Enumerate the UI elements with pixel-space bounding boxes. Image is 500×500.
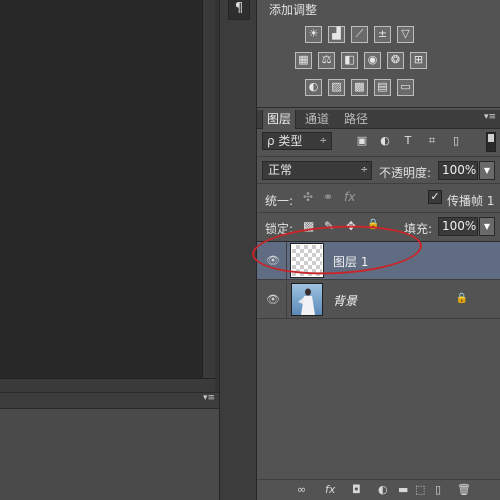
add-mask-icon[interactable]: ◘ bbox=[352, 483, 361, 496]
unify-style-icon[interactable]: fx bbox=[344, 190, 355, 204]
collapsed-panel-dock: ¶ bbox=[219, 0, 257, 500]
black-white-icon[interactable]: ◧ bbox=[341, 52, 358, 69]
adjustment-filter-icon[interactable]: ◐ bbox=[378, 134, 392, 148]
adjustments-panel: 添加调整 ☀ ▟ ⟋ ± ▽ ▦ ⚖ ◧ ◉ ❂ ⊞ ◐ ▨ ▩ ▤ ▭ bbox=[257, 0, 500, 108]
panel-menu-icon[interactable]: ▾≡ bbox=[484, 112, 496, 122]
invert-icon[interactable]: ◐ bbox=[305, 79, 322, 96]
canvas-vertical-scrollbar[interactable] bbox=[202, 0, 215, 378]
layer-filter-row: ρ 类型 ÷ ▣ ◐ T ⌗ ▯ bbox=[257, 130, 500, 154]
chevron-down-icon: ▼ bbox=[483, 222, 491, 231]
propagate-frame-label: 传播帧 1 bbox=[447, 194, 495, 208]
opacity-value: 100% bbox=[442, 163, 477, 177]
blend-mode-select[interactable]: 正常 ÷ bbox=[262, 161, 372, 180]
canvas-horizontal-scrollbar[interactable] bbox=[0, 378, 215, 392]
new-group-icon[interactable]: ▬ bbox=[398, 483, 408, 496]
brightness-contrast-icon[interactable]: ☀ bbox=[305, 26, 322, 43]
selective-color-icon[interactable]: ▤ bbox=[374, 79, 391, 96]
add-layer-style-icon[interactable]: fx bbox=[325, 483, 335, 496]
folder-icon[interactable]: ⬚ bbox=[415, 483, 425, 496]
levels-icon[interactable]: ▟ bbox=[328, 26, 345, 43]
layers-list: 👁 图层 1 👁 背景 🔒 bbox=[257, 241, 500, 479]
new-layer-icon[interactable]: ▯ bbox=[435, 483, 441, 496]
adjustments-row-3: ◐ ▨ ▩ ▤ ▭ bbox=[305, 79, 414, 96]
channel-mixer-icon[interactable]: ❂ bbox=[387, 52, 404, 69]
eye-icon[interactable]: 👁 bbox=[266, 293, 280, 307]
threshold-icon[interactable]: ▩ bbox=[351, 79, 368, 96]
chevron-updown-icon: ÷ bbox=[360, 165, 368, 175]
background-photo-thumbnail bbox=[291, 283, 323, 316]
divider bbox=[286, 281, 287, 319]
paragraph-icon: ¶ bbox=[234, 1, 244, 16]
layers-panel-tabs: 图层 通道 路径 ▾≡ bbox=[257, 110, 500, 129]
adjustments-row-2: ▦ ⚖ ◧ ◉ ❂ ⊞ bbox=[295, 52, 427, 69]
fill-dropdown-button[interactable]: ▼ bbox=[479, 217, 495, 236]
adjustments-row-1: ☀ ▟ ⟋ ± ▽ bbox=[305, 26, 414, 43]
bottom-left-panel-header: ▾≡ bbox=[0, 393, 219, 409]
tab-layers[interactable]: 图层 bbox=[262, 110, 297, 129]
layer-row-background[interactable]: 👁 背景 🔒 bbox=[257, 281, 500, 319]
color-lookup-icon[interactable]: ⊞ bbox=[410, 52, 427, 69]
filter-toggle-switch[interactable] bbox=[486, 132, 496, 152]
unify-label: 统一: bbox=[265, 194, 294, 208]
layer-filter-select[interactable]: ρ 类型 ÷ bbox=[262, 132, 332, 150]
pixel-filter-icon[interactable]: ▣ bbox=[355, 134, 369, 148]
unify-visibility-icon[interactable]: ⚭ bbox=[323, 190, 333, 204]
figure-silhouette bbox=[298, 288, 315, 315]
layers-panel-footer: ∞ fx ◘ ◐ ▬ ⬚ ▯ 🗑 bbox=[257, 479, 500, 500]
fill-input[interactable]: 100% bbox=[438, 217, 478, 236]
curves-icon[interactable]: ⟋ bbox=[351, 26, 368, 43]
paragraph-panel-button[interactable]: ¶ bbox=[228, 0, 250, 20]
unify-position-icon[interactable]: ✣ bbox=[303, 190, 313, 204]
propagate-frame-checkbox[interactable]: ✓ bbox=[428, 190, 442, 204]
photo-filter-icon[interactable]: ◉ bbox=[364, 52, 381, 69]
vibrance-icon[interactable]: ▽ bbox=[397, 26, 414, 43]
new-adjustment-layer-icon[interactable]: ◐ bbox=[378, 483, 388, 496]
tab-paths[interactable]: 路径 bbox=[340, 110, 372, 129]
gradient-map-icon[interactable]: ▭ bbox=[397, 79, 414, 96]
layer-name[interactable]: 背景 bbox=[333, 292, 357, 309]
link-layers-icon[interactable]: ∞ bbox=[297, 483, 306, 496]
blend-mode-value: 正常 bbox=[268, 163, 293, 177]
document-canvas[interactable] bbox=[0, 0, 202, 378]
smart-object-filter-icon[interactable]: ▯ bbox=[449, 134, 463, 148]
opacity-label: 不透明度: bbox=[379, 166, 432, 180]
shape-filter-icon[interactable]: ⌗ bbox=[425, 134, 439, 148]
unify-row: 统一: ✣ ⚭ fx ✓ 传播帧 1 bbox=[257, 183, 500, 211]
chevron-down-icon: ▼ bbox=[483, 166, 491, 175]
hue-saturation-icon[interactable]: ▦ bbox=[295, 52, 312, 69]
fill-value: 100% bbox=[442, 219, 477, 233]
chevron-updown-icon: ÷ bbox=[319, 136, 327, 146]
opacity-input[interactable]: 100% bbox=[438, 161, 478, 180]
color-balance-icon[interactable]: ⚖ bbox=[318, 52, 335, 69]
adjustments-title: 添加调整 bbox=[269, 3, 318, 17]
tab-channels[interactable]: 通道 bbox=[301, 110, 333, 129]
lock-icon: 🔒 bbox=[455, 293, 468, 304]
trash-icon[interactable]: 🗑 bbox=[457, 483, 471, 496]
exposure-icon[interactable]: ± bbox=[374, 26, 391, 43]
opacity-dropdown-button[interactable]: ▼ bbox=[479, 161, 495, 180]
blend-opacity-row: 正常 ÷ 不透明度: 100% ▼ bbox=[257, 156, 500, 182]
panel-menu-icon[interactable]: ▾≡ bbox=[203, 393, 215, 403]
posterize-icon[interactable]: ▨ bbox=[328, 79, 345, 96]
type-filter-icon[interactable]: T bbox=[401, 134, 415, 148]
layer-filter-value: ρ 类型 bbox=[267, 134, 303, 148]
